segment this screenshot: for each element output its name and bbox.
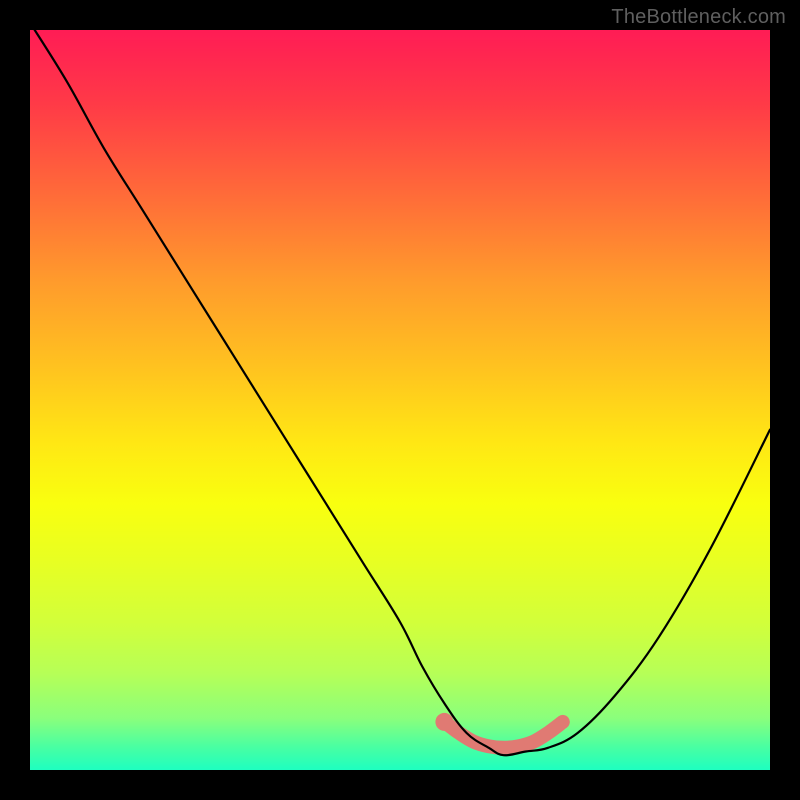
highlight-band [444, 722, 562, 748]
bottleneck-curve [30, 30, 770, 755]
chart-frame: TheBottleneck.com [0, 0, 800, 800]
watermark-text: TheBottleneck.com [611, 6, 786, 29]
plot-area [30, 30, 770, 770]
chart-svg [30, 30, 770, 770]
highlight-start-dot [435, 713, 453, 731]
